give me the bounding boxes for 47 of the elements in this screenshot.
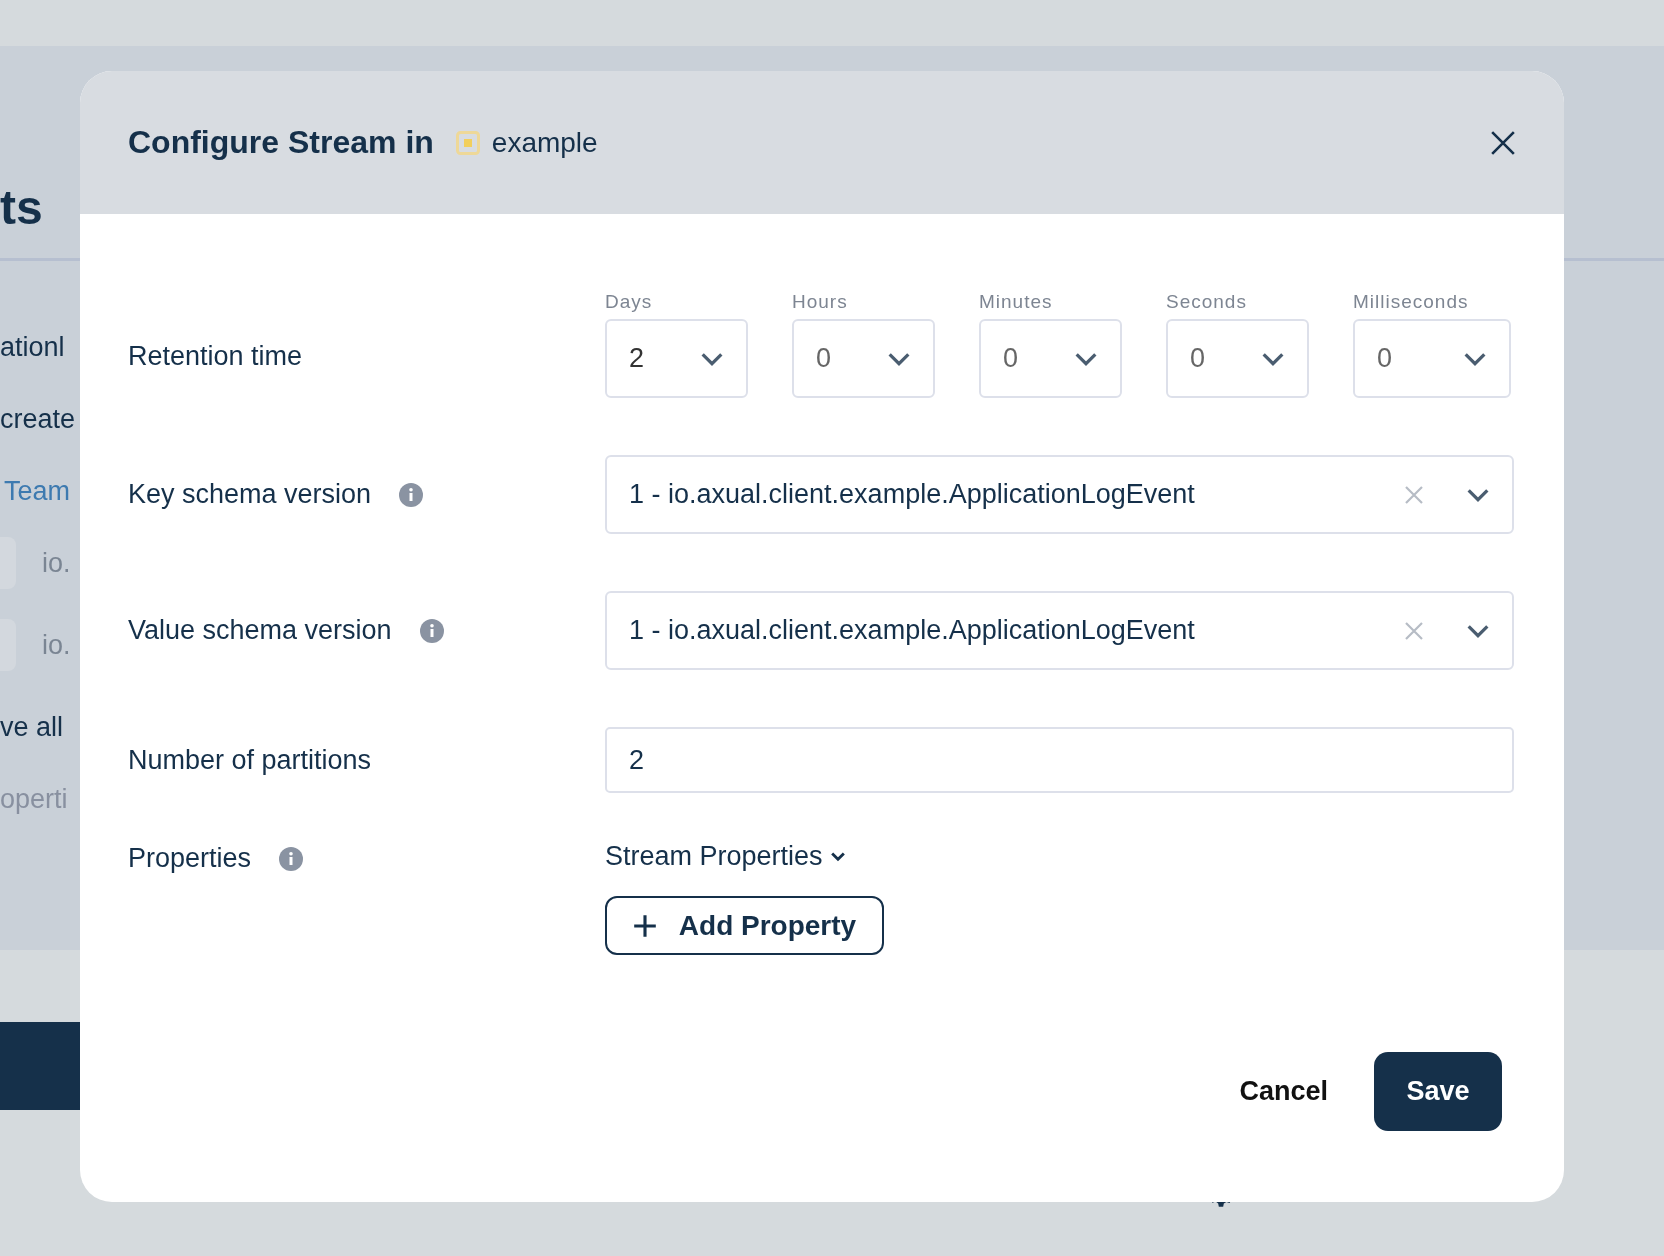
unit-label: Seconds <box>1166 291 1248 313</box>
field-label: Retention time <box>128 340 304 372</box>
caret-icon <box>830 851 845 862</box>
partitions-input[interactable]: 2 <box>605 727 1514 793</box>
info-icon[interactable] <box>279 846 304 871</box>
unit-label: Minutes <box>979 291 1054 313</box>
detail-text: create <box>0 403 76 435</box>
unit-select[interactable]: 0 <box>1166 319 1309 398</box>
detail-text: ationl <box>0 331 65 363</box>
chevron-down-icon <box>1466 623 1490 638</box>
unit-label: Days <box>605 291 654 313</box>
field-label: Value schema version <box>128 615 392 646</box>
field-label: Properties <box>128 843 252 874</box>
clear-icon[interactable] <box>1404 620 1424 641</box>
add-property-button[interactable]: Add Property <box>605 896 884 955</box>
square-icon <box>455 130 480 155</box>
schema-select[interactable]: 1 - io.axual.client.example.ApplicationLogEvent <box>605 591 1514 670</box>
page-heading: ts <box>0 184 44 232</box>
unit-label: Hours <box>792 291 849 313</box>
environment-name: example <box>491 126 598 159</box>
unit-label: Milliseconds <box>1353 291 1470 313</box>
cancel-button[interactable]: Cancel <box>1233 1068 1334 1115</box>
plus-icon <box>632 913 657 938</box>
close-icon[interactable] <box>1490 129 1516 156</box>
save-button[interactable]: Save <box>1374 1052 1502 1131</box>
field-label: Key schema version <box>128 479 372 510</box>
unit-select[interactable]: 0 <box>1353 319 1511 398</box>
clear-icon[interactable] <box>1404 484 1424 505</box>
section-title: operti <box>0 783 68 815</box>
unit-select[interactable]: 2 <box>605 319 748 398</box>
unit-select[interactable]: 0 <box>792 319 935 398</box>
schema-select[interactable]: 1 - io.axual.client.example.ApplicationLogEvent <box>605 455 1514 534</box>
chevron-down-icon <box>1074 351 1098 366</box>
info-icon[interactable] <box>399 482 424 507</box>
chevron-down-icon <box>1463 351 1487 366</box>
unit-select[interactable]: 0 <box>979 319 1122 398</box>
properties-toggle[interactable]: Stream Properties <box>605 841 845 872</box>
info-icon[interactable] <box>419 618 444 643</box>
schema-name: io. <box>42 629 71 661</box>
detail-text: ve all <box>0 711 64 743</box>
chevron-down-icon <box>1261 351 1285 366</box>
chevron-down-icon <box>700 351 724 366</box>
chevron-down-icon <box>1466 487 1490 502</box>
dialog-title: Configure Stream in <box>128 124 434 161</box>
chevron-down-icon <box>887 351 911 366</box>
field-label: Number of partitions <box>128 744 373 776</box>
schema-name: io. <box>42 547 71 579</box>
